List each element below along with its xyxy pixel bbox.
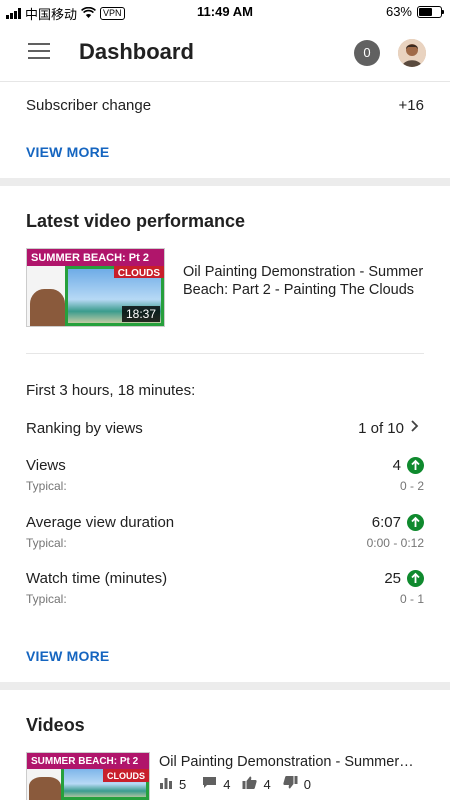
notification-count-badge[interactable]: 0 — [354, 40, 380, 66]
metric-value: 4 — [392, 457, 401, 474]
status-time: 11:49 AM — [197, 4, 253, 19]
ranking-label: Ranking by views — [26, 419, 143, 437]
hamburger-menu-icon[interactable] — [28, 43, 50, 59]
metric-value: 25 — [384, 570, 401, 587]
views-count: 5 — [179, 776, 187, 792]
thumbnail-person — [29, 777, 62, 800]
metric-avg-duration-typical-row: Typical: 0:00 - 0:12 — [26, 536, 424, 550]
page-title: Dashboard — [79, 39, 194, 64]
ranking-row[interactable]: Ranking by views 1 of 10 — [26, 419, 424, 437]
section-divider — [0, 178, 450, 186]
arrow-up-icon — [407, 514, 424, 531]
metric-views-typical-row: Typical: 0 - 2 — [26, 479, 424, 493]
battery-icon — [417, 5, 444, 18]
video-stats: 5 4 4 0 — [159, 776, 311, 792]
typical-value: 0 - 2 — [399, 479, 424, 493]
chevron-right-icon — [410, 419, 424, 437]
ranking-value-group: 1 of 10 — [358, 419, 424, 437]
video-thumbnail[interactable]: SUMMER BEACH: Pt 2 CLOUDS — [26, 752, 150, 800]
metric-label: Watch time (minutes) — [26, 570, 168, 587]
view-more-channel-link[interactable]: VIEW MORE — [26, 144, 109, 160]
thumbs-up-icon — [242, 776, 258, 792]
thumbnail-tag: CLOUDS — [113, 265, 164, 279]
comments-count: 4 — [223, 776, 231, 792]
section-divider — [0, 682, 450, 690]
metric-value-group: 6:07 — [372, 514, 424, 531]
latest-video-thumbnail[interactable]: SUMMER BEACH: Pt 2 CLOUDS 18:37 — [26, 248, 165, 327]
metric-views-row: Views 4 — [26, 457, 424, 474]
typical-label: Typical: — [26, 536, 67, 550]
ranking-value: 1 of 10 — [358, 419, 404, 437]
typical-label: Typical: — [26, 592, 67, 606]
videos-heading: Videos — [26, 715, 85, 735]
app-bar: Dashboard 0 — [0, 22, 450, 82]
metric-value: 6:07 — [371, 514, 401, 531]
thumbnail-tag: CLOUDS — [103, 769, 149, 782]
metric-watch-time-typical-row: Typical: 0 - 1 — [26, 592, 424, 606]
period-label: First 3 hours, 18 minutes: — [26, 382, 196, 399]
status-bar: 中国移动 VPN 11:49 AM 63% — [0, 0, 450, 22]
divider — [26, 353, 424, 354]
typical-value: 0 - 1 — [399, 592, 424, 606]
video-duration: 18:37 — [121, 306, 160, 322]
battery-percent: 63% — [385, 4, 412, 19]
thumbs-down-icon — [283, 776, 298, 792]
thumbnail-person — [29, 289, 66, 326]
subscriber-change-row: Subscriber change +16 — [26, 97, 424, 114]
arrow-up-icon — [407, 570, 424, 587]
thumbnail-banner: SUMMER BEACH: Pt 2 — [27, 249, 164, 266]
metric-watch-time-row: Watch time (minutes) 25 — [26, 570, 424, 587]
metric-label: Views — [26, 457, 66, 474]
metric-value-group: 4 — [393, 457, 424, 474]
metric-avg-duration-row: Average view duration 6:07 — [26, 514, 424, 531]
view-more-video-link[interactable]: VIEW MORE — [26, 648, 109, 664]
typical-label: Typical: — [26, 479, 67, 493]
metric-value-group: 25 — [384, 570, 424, 587]
subscriber-change-label: Subscriber change — [26, 97, 152, 114]
video-title[interactable]: Oil Painting Demonstration - Summer… — [159, 753, 424, 771]
metric-label: Average view duration — [26, 514, 175, 531]
latest-video-heading: Latest video performance — [26, 211, 246, 231]
status-right: 63% — [385, 4, 444, 19]
bar-chart-icon — [159, 776, 173, 792]
typical-value: 0:00 - 0:12 — [366, 536, 424, 550]
avatar[interactable] — [398, 39, 426, 67]
comment-icon — [202, 776, 217, 792]
latest-video-title[interactable]: Oil Painting Demonstration - Summer Beac… — [183, 263, 433, 299]
likes-count: 4 — [263, 776, 271, 792]
dislikes-count: 0 — [303, 776, 311, 792]
arrow-up-icon — [407, 457, 424, 474]
thumbnail-banner: SUMMER BEACH: Pt 2 — [27, 753, 149, 770]
subscriber-change-value: +16 — [398, 97, 424, 114]
